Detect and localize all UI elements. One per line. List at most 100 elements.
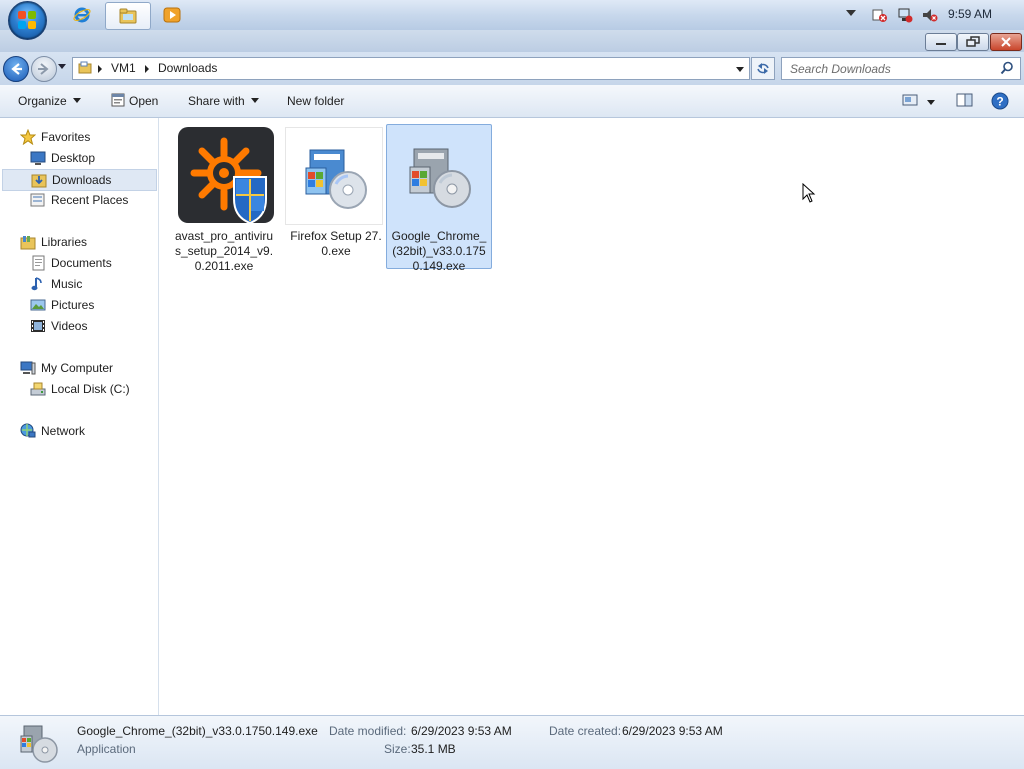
chevron-down-icon [250, 98, 259, 103]
search-icon[interactable] [1000, 61, 1014, 75]
share-with-label: Share with [188, 94, 245, 108]
help-icon[interactable]: ? [991, 92, 1009, 110]
recent-pages-dropdown[interactable] [58, 64, 66, 69]
nav-my-computer[interactable]: My Computer [0, 358, 156, 378]
open-label: Open [129, 94, 159, 108]
minimize-button[interactable] [925, 33, 957, 51]
action-center-icon[interactable] [872, 7, 888, 23]
breadcrumb-separator[interactable] [145, 65, 149, 73]
media-player-icon [163, 7, 181, 23]
preview-pane-icon[interactable] [956, 92, 974, 108]
taskbar-internet-explorer[interactable] [60, 2, 104, 28]
volume-muted-icon[interactable] [922, 7, 938, 23]
file-name: Firefox Setup 27.0.exe [290, 229, 382, 258]
details-filename: Google_Chrome_(32bit)_v33.0.1750.149.exe [77, 724, 318, 738]
restore-button[interactable] [957, 33, 989, 51]
back-button[interactable] [3, 56, 29, 82]
search-box[interactable] [781, 57, 1021, 80]
details-date-modified-value: 6/29/2023 9:53 AM [411, 724, 512, 738]
local-disk-icon [30, 382, 46, 396]
view-options-dropdown[interactable] [927, 100, 935, 105]
folder-icon [78, 61, 92, 74]
system-tray: 9:59 AM [834, 0, 1024, 30]
nav-item-videos[interactable]: Videos [0, 316, 156, 336]
address-row: VM1 Downloads [0, 52, 1024, 85]
breadcrumb-downloads[interactable]: Downloads [158, 61, 217, 75]
taskbar-media-player[interactable] [150, 2, 194, 28]
network-icon[interactable] [897, 7, 913, 23]
new-folder-label: New folder [287, 94, 345, 108]
breadcrumb-separator[interactable] [98, 65, 102, 73]
restore-icon [966, 36, 980, 47]
search-input[interactable] [788, 60, 992, 78]
star-icon [20, 129, 36, 145]
computer-icon [20, 361, 36, 375]
details-size-label: Size: [384, 742, 411, 756]
organize-button[interactable]: Organize [18, 94, 81, 108]
svg-text:?: ? [996, 95, 1003, 109]
windows-flag-icon [18, 11, 37, 30]
details-date-created-label: Date created: [549, 724, 622, 738]
taskbar-windows-explorer[interactable] [105, 2, 151, 30]
documents-icon [32, 255, 45, 271]
downloads-folder-icon [31, 174, 47, 188]
open-button[interactable]: Open [129, 94, 158, 108]
nav-item-downloads[interactable]: Downloads [2, 169, 157, 191]
installer-cd-icon [20, 725, 58, 763]
nav-item-recent-places[interactable]: Recent Places [0, 190, 156, 210]
window-caption[interactable] [0, 30, 1024, 52]
forward-button[interactable] [31, 56, 57, 82]
details-pane: Google_Chrome_(32bit)_v33.0.1750.149.exe… [0, 715, 1024, 769]
recent-places-icon [30, 193, 45, 207]
close-icon [1001, 37, 1011, 47]
new-folder-button[interactable]: New folder [287, 94, 344, 108]
mouse-cursor-icon [802, 183, 816, 203]
share-with-button[interactable]: Share with [188, 94, 259, 108]
installer-cd-icon [409, 148, 471, 208]
file-item-avast[interactable]: avast_pro_antivirus_setup_2014_v9.0.2011… [171, 124, 277, 273]
organize-label: Organize [18, 94, 67, 108]
nav-item-pictures[interactable]: Pictures [0, 295, 156, 315]
file-name: Google_Chrome_(32bit)_v33.0.1750.149.exe [391, 229, 487, 273]
videos-icon [31, 320, 45, 332]
file-name: avast_pro_antivirus_setup_2014_v9.0.2011… [174, 229, 274, 273]
clock[interactable]: 9:59 AM [948, 7, 992, 21]
address-history-dropdown[interactable] [736, 67, 744, 72]
file-item-firefox-setup[interactable]: Firefox Setup 27.0.exe [283, 124, 389, 270]
nav-item-desktop[interactable]: Desktop [0, 148, 156, 168]
nav-item-documents[interactable]: Documents [0, 253, 156, 273]
internet-explorer-icon [73, 7, 91, 23]
nav-favorites[interactable]: Favorites [0, 127, 156, 147]
desktop-icon [30, 151, 46, 165]
breadcrumb-vm1[interactable]: VM1 [111, 61, 136, 75]
taskbar: 9:59 AM [0, 0, 1024, 40]
refresh-icon [757, 63, 769, 74]
minimize-icon [936, 43, 946, 45]
network-globe-icon [20, 423, 36, 438]
start-button[interactable] [8, 1, 47, 40]
address-bar[interactable]: VM1 Downloads [72, 57, 750, 80]
explorer-folder-icon [119, 8, 137, 24]
details-date-modified-label: Date modified: [329, 724, 407, 738]
nav-item-local-disk[interactable]: Local Disk (C:) [0, 379, 156, 399]
command-bar: Organize Open Share with New folder ? [0, 85, 1024, 118]
close-button[interactable] [990, 33, 1022, 51]
show-hidden-icons-button[interactable] [846, 10, 856, 16]
details-size-value: 35.1 MB [411, 742, 456, 756]
change-view-icon[interactable] [902, 92, 920, 108]
installer-cd-icon [285, 127, 383, 225]
libraries-icon [20, 236, 36, 250]
file-list[interactable]: avast_pro_antivirus_setup_2014_v9.0.2011… [159, 118, 1024, 715]
forward-arrow-icon [38, 63, 49, 75]
music-icon [31, 277, 42, 291]
chevron-down-icon [72, 98, 81, 103]
nav-libraries[interactable]: Libraries [0, 232, 156, 252]
nav-network[interactable]: Network [0, 421, 156, 441]
file-item-google-chrome-setup[interactable]: Google_Chrome_(32bit)_v33.0.1750.149.exe [386, 124, 492, 273]
nav-item-music[interactable]: Music [0, 274, 156, 294]
refresh-button[interactable] [751, 57, 775, 80]
pictures-icon [30, 299, 46, 311]
back-arrow-icon [11, 63, 22, 75]
open-icon [111, 93, 125, 107]
avast-setup-icon [178, 127, 274, 223]
